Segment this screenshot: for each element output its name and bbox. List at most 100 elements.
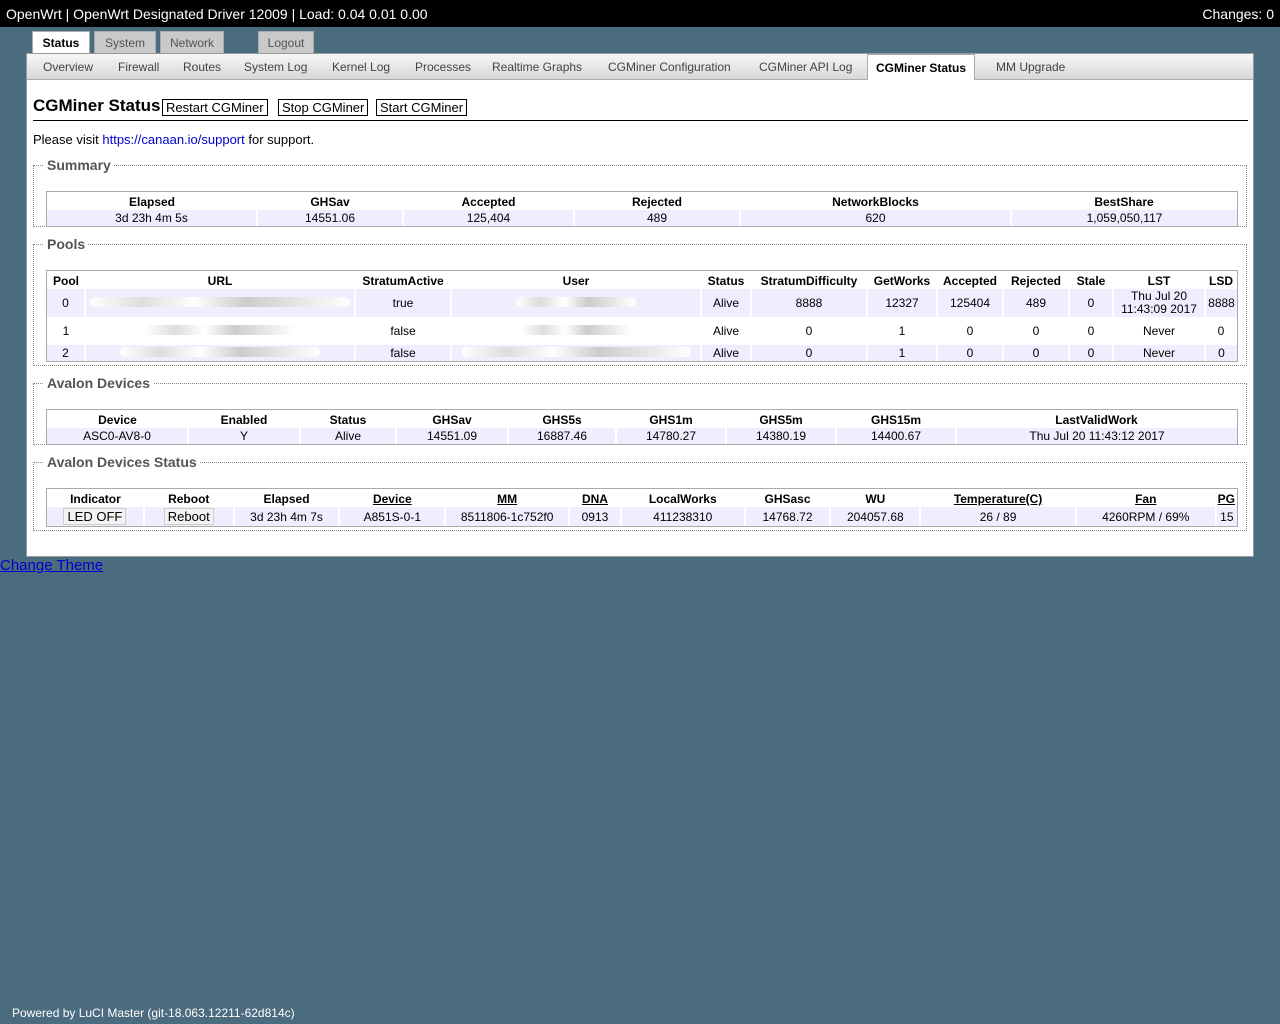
cell: 0 bbox=[1002, 345, 1069, 361]
divider bbox=[33, 120, 1248, 121]
tab-status[interactable]: Status bbox=[32, 31, 90, 54]
col-header: Indicator bbox=[70, 492, 121, 506]
page-title: CGMiner Status bbox=[33, 96, 161, 115]
cell: 620 bbox=[739, 210, 1011, 226]
subtab-cgminer-api-log[interactable]: CGMiner API Log bbox=[759, 54, 852, 79]
cell: ASC0-AV8-0 bbox=[47, 428, 188, 444]
subtab-realtime-graphs[interactable]: Realtime Graphs bbox=[492, 54, 582, 79]
col-header: GHS15m bbox=[870, 413, 922, 427]
col-header: GHS5m bbox=[759, 413, 803, 427]
col-header: GHSav bbox=[432, 413, 472, 427]
pools-legend: Pools bbox=[47, 236, 86, 252]
col-header: WU bbox=[865, 492, 886, 506]
subtab-kernel-log[interactable]: Kernel Log bbox=[332, 54, 390, 79]
table-row: 1 false Alive 0 1 0 0 0 Never 0 bbox=[47, 317, 1237, 345]
col-header[interactable]: DNA bbox=[569, 489, 621, 507]
footer-text: Powered by LuCI Master (git-18.063.12211… bbox=[12, 1006, 295, 1020]
subtab-routes[interactable]: Routes bbox=[183, 54, 221, 79]
cell: false bbox=[390, 324, 416, 338]
cell-lst: Thu Jul 20 11:43:09 2017 bbox=[1112, 289, 1205, 317]
summary-table: Elapsed GHSav Accepted Rejected NetworkB… bbox=[46, 191, 1238, 227]
tab-logout[interactable]: Logout bbox=[258, 31, 314, 53]
cell: 8511806-1c752f0 bbox=[444, 507, 570, 526]
header-title: OpenWrt | OpenWrt Designated Driver 1200… bbox=[6, 6, 428, 22]
start-cgminer-button[interactable]: Start CGMiner bbox=[376, 99, 468, 116]
cell: Alive bbox=[700, 345, 751, 361]
pools-section: Pools Pool URL StratumActive User Status… bbox=[33, 236, 1247, 366]
reboot-button[interactable]: Reboot bbox=[163, 508, 214, 525]
cell: 489 bbox=[1002, 289, 1069, 317]
support-prefix: Please visit bbox=[33, 132, 99, 147]
col-header: LocalWorks bbox=[648, 492, 717, 506]
cell: 125404 bbox=[936, 289, 1003, 317]
cell: Never bbox=[1142, 324, 1175, 338]
col-header: Accepted bbox=[461, 195, 516, 209]
table-row: LED OFF Reboot 3d 23h 4m 7s A851S-0-1 85… bbox=[47, 507, 1237, 526]
led-off-button[interactable]: LED OFF bbox=[63, 508, 127, 525]
col-header[interactable]: Temperature(C) bbox=[920, 489, 1076, 507]
subtab-processes[interactable]: Processes bbox=[415, 54, 471, 79]
tab-network[interactable]: Network bbox=[160, 31, 224, 53]
cell: 0 bbox=[1087, 324, 1095, 338]
restart-cgminer-button[interactable]: Restart CGMiner bbox=[162, 99, 268, 116]
cell: 0 bbox=[1068, 289, 1113, 317]
cell: Alive bbox=[712, 324, 739, 338]
col-header: Accepted bbox=[942, 274, 998, 288]
subtab-cgminer-configuration[interactable]: CGMiner Configuration bbox=[608, 54, 731, 79]
subtab-overview[interactable]: Overview bbox=[43, 54, 93, 79]
devices-section: Avalon Devices Device Enabled Status GHS… bbox=[33, 375, 1247, 445]
cell: 8888 bbox=[1204, 289, 1237, 317]
cell: Y bbox=[187, 428, 300, 444]
col-header: GHSasc bbox=[764, 492, 811, 506]
redacted-url bbox=[90, 297, 350, 307]
cell: 0 bbox=[936, 345, 1003, 361]
devices-status-table: Indicator Reboot Elapsed Device MM DNA L… bbox=[46, 488, 1238, 527]
col-header: Pool bbox=[53, 274, 79, 288]
redacted-url bbox=[145, 325, 295, 335]
cell: true bbox=[354, 289, 451, 317]
content-panel: Overview Firewall Routes System Log Kern… bbox=[26, 53, 1254, 557]
col-header: GHS5s bbox=[542, 413, 582, 427]
cell: 0 bbox=[1217, 324, 1225, 338]
col-header: Rejected bbox=[1010, 274, 1062, 288]
cell-redacted bbox=[450, 289, 701, 317]
table-row: 2 false Alive 0 1 0 0 0 Never 0 bbox=[47, 345, 1237, 361]
col-header[interactable]: Device bbox=[339, 489, 445, 507]
table-row: ASC0-AV8-0 Y Alive 14551.09 16887.46 147… bbox=[47, 428, 1237, 444]
col-header: StratumDifficulty bbox=[760, 274, 858, 288]
top-bar: OpenWrt | OpenWrt Designated Driver 1200… bbox=[0, 0, 1280, 27]
subtab-system-log[interactable]: System Log bbox=[244, 54, 307, 79]
subtab-mm-upgrade[interactable]: MM Upgrade bbox=[996, 54, 1065, 79]
cell: 3d 23h 4m 5s bbox=[47, 210, 257, 226]
cell-redacted bbox=[84, 289, 355, 317]
support-notice: Please visit https://canaan.io/support f… bbox=[33, 132, 314, 147]
subtab-cgminer-status[interactable]: CGMiner Status bbox=[867, 54, 976, 80]
col-header: Rejected bbox=[631, 195, 683, 209]
cell-redacted bbox=[85, 317, 355, 345]
support-suffix: for support. bbox=[248, 132, 315, 147]
tab-system[interactable]: System bbox=[94, 31, 156, 53]
pools-table: Pool URL StratumActive User Status Strat… bbox=[46, 270, 1238, 362]
subtab-firewall[interactable]: Firewall bbox=[118, 54, 159, 79]
col-header: GHS1m bbox=[649, 413, 693, 427]
cell: 16887.46 bbox=[507, 428, 616, 444]
col-header: BestShare bbox=[1094, 195, 1154, 209]
cell: 1 bbox=[62, 324, 70, 338]
cell: 0913 bbox=[568, 507, 621, 526]
cell-redacted bbox=[84, 345, 355, 361]
change-theme-link[interactable]: Change Theme bbox=[0, 557, 103, 574]
support-link[interactable]: https://canaan.io/support bbox=[102, 132, 244, 147]
col-header: User bbox=[562, 274, 590, 288]
col-header[interactable]: MM bbox=[445, 489, 569, 507]
changes-link[interactable]: Changes: 0 bbox=[1202, 6, 1274, 22]
col-header[interactable]: PG bbox=[1216, 489, 1237, 507]
stop-cgminer-button[interactable]: Stop CGMiner bbox=[278, 99, 369, 116]
col-header[interactable]: Fan bbox=[1076, 489, 1216, 507]
col-header: URL bbox=[207, 274, 233, 288]
cell: 26 / 89 bbox=[919, 507, 1076, 526]
cell: 1 bbox=[898, 324, 906, 338]
devices-table: Device Enabled Status GHSav GHS5s GHS1m … bbox=[46, 409, 1238, 445]
devices-legend: Avalon Devices bbox=[47, 375, 150, 391]
col-header: Device bbox=[98, 413, 137, 427]
cell: false bbox=[354, 345, 451, 361]
